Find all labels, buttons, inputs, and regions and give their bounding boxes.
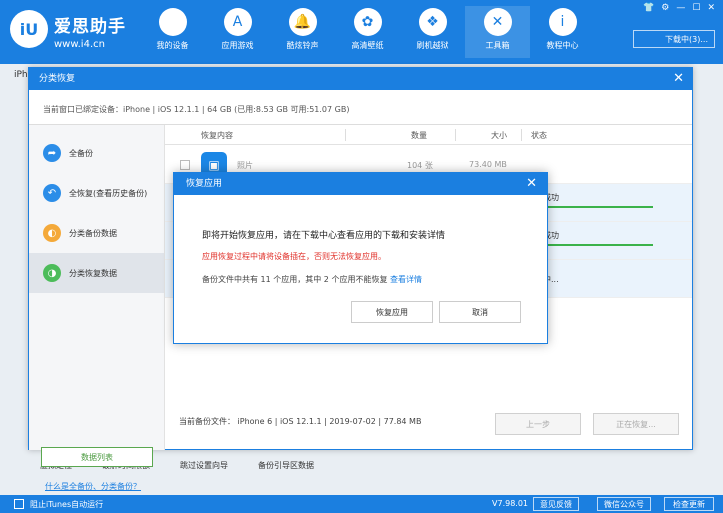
nav-label: 我的设备 xyxy=(156,41,189,50)
progress-bar xyxy=(543,244,653,246)
backup-file-info: 当前备份文件： iPhone 6 | iOS 12.1.1 | 2019-07-… xyxy=(179,417,422,426)
nav-label: 酷炫铃声 xyxy=(286,41,319,50)
apple-icon xyxy=(158,8,187,36)
nav-label: 教程中心 xyxy=(546,41,579,50)
brand-name: 爱思助手 xyxy=(54,17,126,37)
sidebar-item-category-backup[interactable]: ◐ 分类备份数据 xyxy=(29,213,164,253)
sidebar-item-category-restore[interactable]: ◑ 分类恢复数据 xyxy=(29,253,164,293)
category-restore-icon: ◑ xyxy=(43,264,61,282)
sidebar-item-full-backup[interactable]: ➦ 全备份 xyxy=(29,133,164,173)
column-header: 恢复内容 xyxy=(201,131,233,140)
skin-icon[interactable]: 👕 xyxy=(643,3,654,13)
restore-apps-modal: 恢复应用 ✕ 即将开始恢复应用，请在下载中心查看应用的下载和安装详情 应用恢复过… xyxy=(173,172,548,344)
row-checkbox[interactable] xyxy=(180,160,190,170)
brand-url: www.i4.cn xyxy=(54,39,105,50)
maximize-icon[interactable]: ☐ xyxy=(692,3,700,13)
tool-link[interactable]: 备份引导区数据 xyxy=(258,460,314,471)
prev-step-button[interactable]: 上一步 xyxy=(495,413,581,435)
flower-icon: ✿ xyxy=(353,8,382,36)
sidebar-item-label: 分类恢复数据 xyxy=(69,268,117,278)
sidebar-item-label: 全恢复(查看历史备份) xyxy=(69,188,148,198)
close-icon[interactable]: ✕ xyxy=(707,3,715,13)
modal-title: 恢复应用 xyxy=(186,179,223,189)
check-update-button[interactable]: 检查更新 xyxy=(664,497,714,511)
sidebar-item-full-restore[interactable]: ↶ 全恢复(查看历史备份) xyxy=(29,173,164,213)
help-link[interactable]: 什么是全备份、分类备份？ xyxy=(45,481,141,492)
nav-toolbox[interactable]: ✕ 工具箱 xyxy=(465,6,530,58)
data-list-button[interactable]: 数据列表 xyxy=(41,447,153,467)
nav-label: 刷机越狱 xyxy=(416,41,449,50)
nav-flash-jailbreak[interactable]: ❖ 刷机越狱 xyxy=(400,6,465,58)
tool-link[interactable]: 跳过设置向导 xyxy=(180,460,228,471)
sidebar-item-label: 分类备份数据 xyxy=(69,228,117,238)
window-controls: 👕 ⚙ — ☐ ✕ xyxy=(643,3,715,13)
dialog-sidebar: ➦ 全备份 ↶ 全恢复(查看历史备份) ◐ 分类备份数据 ◑ 分类恢复数据 数据… xyxy=(29,125,165,491)
dialog-title: 分类恢复 xyxy=(39,74,76,84)
top-header: iU 爱思助手 www.i4.cn 我的设备 A 应用游戏 🔔 酷炫铃声 ✿ 高… xyxy=(0,0,723,64)
modal-message: 即将开始恢复应用，请在下载中心查看应用的下载和安装详情 xyxy=(202,231,446,241)
modal-note: 备份文件中共有 11 个应用，其中 2 个应用不能恢复 查看详情 xyxy=(202,274,422,285)
cancel-button[interactable]: 取消 xyxy=(439,301,521,323)
modal-note-text: 备份文件中共有 11 个应用，其中 2 个应用不能恢复 xyxy=(202,275,388,284)
column-header: 状态 xyxy=(531,131,547,140)
feedback-button[interactable]: 意见反馈 xyxy=(533,497,579,511)
nav-ringtones[interactable]: 🔔 酷炫铃声 xyxy=(270,6,335,58)
tools-icon: ✕ xyxy=(483,8,512,36)
box-icon: ❖ xyxy=(418,8,447,36)
brand: 爱思助手 www.i4.cn xyxy=(54,12,126,50)
row-count: 104 张 xyxy=(407,161,433,170)
device-info: 当前窗口已绑定设备：iPhone | iOS 12.1.1 | 64 GB (已… xyxy=(43,105,350,114)
nav-tutorials[interactable]: i 教程中心 xyxy=(530,6,595,58)
category-backup-icon: ◐ xyxy=(43,224,61,242)
device-tab[interactable]: iPh xyxy=(14,70,28,80)
modal-titlebar: 恢复应用 ✕ xyxy=(174,173,547,195)
bell-icon: 🔔 xyxy=(288,8,317,36)
nav-wallpapers[interactable]: ✿ 高清壁纸 xyxy=(335,6,400,58)
info-icon: i xyxy=(548,8,577,36)
download-center-button[interactable]: 下载中(3)... xyxy=(633,30,715,48)
dialog-titlebar: 分类恢复 ✕ xyxy=(29,68,692,90)
restoring-button[interactable]: 正在恢复... xyxy=(593,413,679,435)
nav-label: 工具箱 xyxy=(485,41,510,50)
close-icon[interactable]: ✕ xyxy=(673,68,684,90)
row-size: 73.40 MB xyxy=(469,160,507,169)
minimize-icon[interactable]: — xyxy=(676,3,685,13)
backup-icon: ➦ xyxy=(43,144,61,162)
main-nav: 我的设备 A 应用游戏 🔔 酷炫铃声 ✿ 高清壁纸 ❖ 刷机越狱 ✕ 工具箱 i… xyxy=(140,6,595,58)
table-header: 恢复内容 数量 大小 状态 xyxy=(165,125,692,145)
nav-label: 应用游戏 xyxy=(221,41,254,50)
progress-bar xyxy=(543,206,653,208)
view-details-link[interactable]: 查看详情 xyxy=(390,275,422,284)
nav-apps-games[interactable]: A 应用游戏 xyxy=(205,6,270,58)
itunes-checkbox[interactable] xyxy=(14,499,24,509)
restore-apps-button[interactable]: 恢复应用 xyxy=(351,301,433,323)
restore-icon: ↶ xyxy=(43,184,61,202)
nav-label: 高清壁纸 xyxy=(351,41,384,50)
sidebar-item-label: 全备份 xyxy=(69,148,93,158)
column-header: 大小 xyxy=(491,131,507,140)
itunes-label: 阻止iTunes自动运行 xyxy=(30,500,104,509)
app-store-icon: A xyxy=(223,8,252,36)
wechat-button[interactable]: 微信公众号 xyxy=(597,497,651,511)
settings-icon[interactable]: ⚙ xyxy=(661,3,669,13)
row-name: 照片 xyxy=(237,161,253,170)
i4-logo: iU xyxy=(10,10,48,48)
close-icon[interactable]: ✕ xyxy=(526,173,537,195)
column-header: 数量 xyxy=(411,131,427,140)
version-label: V7.98.01 xyxy=(492,499,529,508)
status-bar: 阻止iTunes自动运行 V7.98.01 意见反馈 微信公众号 检查更新 xyxy=(0,495,723,513)
nav-my-device[interactable]: 我的设备 xyxy=(140,6,205,58)
modal-warning: 应用恢复过程中请将设备插在，否则无法恢复应用。 xyxy=(202,252,386,261)
